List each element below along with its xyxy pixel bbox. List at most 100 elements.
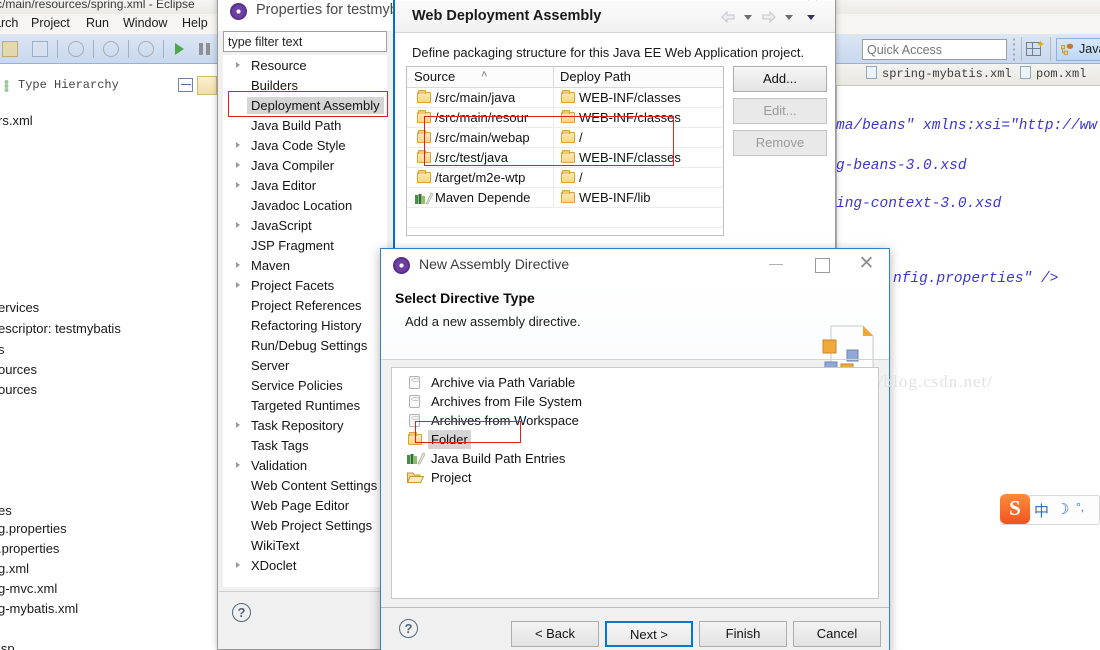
chevron-right-icon[interactable] xyxy=(236,162,240,168)
toolbar-suspend-icon-a[interactable] xyxy=(199,43,203,55)
finish-button[interactable]: Finish xyxy=(699,621,787,647)
tree-item-run-debug-settings[interactable]: Run/Debug Settings xyxy=(224,336,386,356)
column-divider[interactable] xyxy=(553,67,554,88)
chevron-right-icon[interactable] xyxy=(236,562,240,568)
tree-item-resource[interactable]: Resource xyxy=(224,56,386,76)
ime-mode-icon[interactable]: 中 xyxy=(1034,500,1049,521)
table-row[interactable]: Maven Depende WEB-INF/lib xyxy=(407,188,723,208)
tree-item-java-editor[interactable]: Java Editor xyxy=(224,176,386,196)
view-tab-type-hierarchy[interactable]: Type Hierarchy xyxy=(0,76,200,96)
forward-dropdown-caret-icon[interactable] xyxy=(785,15,793,20)
tree-item-validation[interactable]: Validation xyxy=(224,456,386,476)
tree-item-service-policies[interactable]: Service Policies xyxy=(224,376,386,396)
properties-help-icon[interactable]: ? xyxy=(232,603,251,622)
back-button[interactable]: < Back xyxy=(511,621,599,647)
tree-item-javadoc-location[interactable]: Javadoc Location xyxy=(224,196,386,216)
nad-help-icon[interactable]: ? xyxy=(399,619,418,638)
tree-item-targeted-runtimes[interactable]: Targeted Runtimes xyxy=(224,396,386,416)
list-item-archive-via-path-variable[interactable]: Archive via Path Variable xyxy=(392,373,878,392)
menu-window[interactable]: Window xyxy=(123,16,167,30)
menu-run[interactable]: Run xyxy=(86,16,109,30)
chevron-right-icon[interactable] xyxy=(236,282,240,288)
chevron-right-icon[interactable] xyxy=(236,422,240,428)
table-row[interactable]: /src/main/webap / xyxy=(407,128,723,148)
ime-punct-icon[interactable]: °, xyxy=(1076,500,1084,514)
tree-item-java-compiler[interactable]: Java Compiler xyxy=(224,156,386,176)
list-item-archives-from-file-system[interactable]: Archives from File System xyxy=(392,392,878,411)
tree-item-xdoclet[interactable]: XDoclet xyxy=(224,556,386,576)
next-button[interactable]: Next > xyxy=(605,621,693,647)
toolbar-resume-icon[interactable] xyxy=(175,43,184,55)
chevron-right-icon[interactable] xyxy=(236,182,240,188)
tree-item-task-repository[interactable]: Task Repository xyxy=(224,416,386,436)
cancel-button[interactable]: Cancel xyxy=(793,621,881,647)
assembly-table[interactable]: Source ˄ Deploy Path /src/main/java WEB-… xyxy=(406,66,724,236)
cell-deploy-path: / xyxy=(579,130,583,145)
page-menu-caret-icon[interactable] xyxy=(807,15,815,20)
tree-item-javascript[interactable]: JavaScript xyxy=(224,216,386,236)
table-row[interactable]: /target/m2e-wtp / xyxy=(407,168,723,188)
chevron-right-icon[interactable] xyxy=(236,462,240,468)
toolbar-suspend-icon-b[interactable] xyxy=(206,43,210,55)
filter-input[interactable] xyxy=(223,31,387,52)
tree-item-maven[interactable]: Maven xyxy=(224,256,386,276)
settings-tree[interactable]: Resource Builders Deployment Assembly Ja… xyxy=(223,55,387,587)
add-button[interactable]: Add... xyxy=(733,66,827,92)
tree-item-wikitext[interactable]: WikiText xyxy=(224,536,386,556)
table-row[interactable]: /src/main/java WEB-INF/classes xyxy=(407,88,723,108)
toolbar-icon-1[interactable] xyxy=(2,41,18,57)
chevron-right-icon[interactable] xyxy=(236,142,240,148)
tree-item-deployment-assembly[interactable]: Deployment Assembly xyxy=(224,96,386,116)
toolbar-icon-2[interactable] xyxy=(32,41,48,57)
tree-item-web-content-settings[interactable]: Web Content Settings xyxy=(224,476,386,496)
nad-maximize-button[interactable] xyxy=(799,249,844,279)
column-header-deploy-path[interactable]: Deploy Path xyxy=(560,69,631,84)
nad-close-button[interactable]: ✕ xyxy=(844,249,889,279)
table-row[interactable]: /src/main/resour WEB-INF/classes xyxy=(407,108,723,128)
menu-search[interactable]: arch xyxy=(0,16,18,30)
chevron-right-icon[interactable] xyxy=(236,262,240,268)
quick-access-input[interactable] xyxy=(862,39,1007,60)
nad-subheading: Add a new assembly directive. xyxy=(405,314,581,329)
sogou-logo-icon[interactable]: S xyxy=(1000,494,1030,524)
editor-tab-spring-mybatis[interactable]: spring-mybatis.xml xyxy=(866,66,1012,81)
menu-project[interactable]: Project xyxy=(31,16,70,30)
tree-item-jsp-fragment[interactable]: JSP Fragment xyxy=(224,236,386,256)
chevron-right-icon[interactable] xyxy=(236,62,240,68)
ime-moon-icon[interactable]: ☽ xyxy=(1056,500,1069,518)
perspective-tab-java[interactable]: Java xyxy=(1056,38,1100,61)
chevron-right-icon[interactable] xyxy=(236,222,240,228)
tree-item-task-tags[interactable]: Task Tags xyxy=(224,436,386,456)
back-dropdown-caret-icon[interactable] xyxy=(744,15,752,20)
tree-item-java-build-path[interactable]: Java Build Path xyxy=(224,116,386,136)
table-header-row[interactable]: Source ˄ Deploy Path xyxy=(407,67,723,88)
list-item-java-build-path-entries[interactable]: Java Build Path Entries xyxy=(392,449,878,468)
toolbar-step-over-icon[interactable] xyxy=(68,41,84,57)
list-item-project[interactable]: Project xyxy=(392,468,878,487)
toolbar-step-into-icon[interactable] xyxy=(138,41,154,57)
toolbar-step-return-icon[interactable] xyxy=(103,41,119,57)
forward-arrow-icon[interactable] xyxy=(762,11,776,23)
list-item-archives-from-workspace[interactable]: Archives from Workspace xyxy=(392,411,878,430)
directive-type-list[interactable]: Archive via Path Variable Archives from … xyxy=(391,367,879,599)
editor-tab-bar[interactable]: spring-mybatis.xml pom.xml xyxy=(836,64,1100,86)
tree-item-web-project-settings[interactable]: Web Project Settings xyxy=(224,516,386,536)
tree-item-java-code-style[interactable]: Java Code Style xyxy=(224,136,386,156)
menu-help[interactable]: Help xyxy=(182,16,208,30)
view-linked-icon[interactable] xyxy=(197,76,217,95)
column-header-source[interactable]: Source xyxy=(414,69,455,84)
tree-item-web-page-editor[interactable]: Web Page Editor xyxy=(224,496,386,516)
editor-tab-pom[interactable]: pom.xml xyxy=(1020,66,1086,81)
tree-item-project-facets[interactable]: Project Facets xyxy=(224,276,386,296)
nad-title-bar[interactable]: New Assembly Directive ✕ xyxy=(381,249,889,282)
nad-minimize-button[interactable] xyxy=(754,249,799,279)
tree-item-project-references[interactable]: Project References xyxy=(224,296,386,316)
list-item-folder[interactable]: Folder xyxy=(392,430,878,449)
back-arrow-icon[interactable] xyxy=(721,11,735,23)
tree-item-server[interactable]: Server xyxy=(224,356,386,376)
table-row[interactable]: /src/test/java WEB-INF/classes xyxy=(407,148,723,168)
toolbar-drag-handle[interactable] xyxy=(1012,37,1016,63)
tree-item-builders[interactable]: Builders xyxy=(224,76,386,96)
view-minimize-icon[interactable] xyxy=(178,78,193,92)
tree-item-refactoring-history[interactable]: Refactoring History xyxy=(224,316,386,336)
